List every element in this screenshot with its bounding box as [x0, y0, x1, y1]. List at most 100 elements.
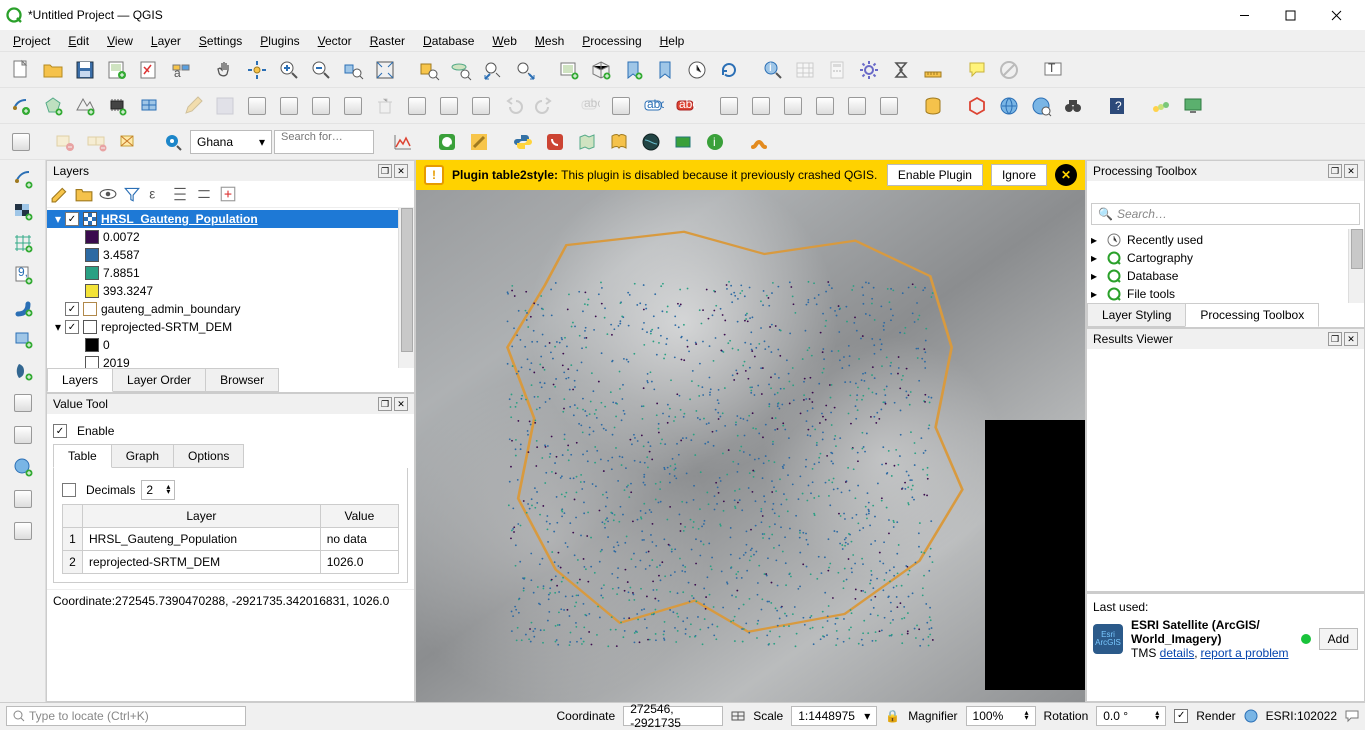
- processing-tree-row[interactable]: ▸Database: [1091, 267, 1360, 285]
- layer-tree-row[interactable]: 7.8851: [47, 264, 414, 282]
- new-print-layout-icon[interactable]: [102, 55, 132, 85]
- add-wms-icon[interactable]: [6, 452, 40, 482]
- maximize-button[interactable]: [1267, 0, 1313, 30]
- menu-edit[interactable]: Edit: [59, 32, 98, 50]
- menu-plugins[interactable]: Plugins: [251, 32, 308, 50]
- plugin-screen-icon[interactable]: [1178, 91, 1208, 121]
- label-toolbar-pin-icon[interactable]: abc: [574, 91, 604, 121]
- add-xyz-icon[interactable]: [6, 484, 40, 514]
- menu-help[interactable]: Help: [651, 32, 694, 50]
- panel-close-icon[interactable]: ✕: [1344, 332, 1358, 346]
- zoom-full-icon[interactable]: [370, 55, 400, 85]
- plugin-snake-icon[interactable]: [744, 127, 774, 157]
- add-virtual-layer-icon[interactable]: [6, 324, 40, 354]
- menu-processing[interactable]: Processing: [573, 32, 650, 50]
- layer-tree-row[interactable]: 2019: [47, 354, 414, 368]
- close-button[interactable]: [1313, 0, 1359, 30]
- field-calc-icon[interactable]: [822, 55, 852, 85]
- undo-icon[interactable]: [498, 91, 528, 121]
- maptips-icon[interactable]: [962, 55, 992, 85]
- identify-icon[interactable]: i: [758, 55, 788, 85]
- locator-input[interactable]: Type to locate (Ctrl+K): [6, 706, 246, 726]
- panel-close-icon[interactable]: ✕: [394, 164, 408, 178]
- panel-close-icon[interactable]: ✕: [1344, 164, 1358, 178]
- enable-plugin-button[interactable]: Enable Plugin: [887, 164, 983, 186]
- delete-selected-icon[interactable]: [370, 91, 400, 121]
- coord-field[interactable]: 272546, -2921735: [623, 706, 723, 726]
- add-postgis-icon[interactable]: [6, 356, 40, 386]
- extents-toggle-icon[interactable]: [731, 709, 745, 723]
- menu-web[interactable]: Web: [483, 32, 525, 50]
- rotation-field[interactable]: 0.0 °▴▾: [1096, 706, 1166, 726]
- tab-processing-toolbox[interactable]: Processing Toolbox: [1185, 303, 1319, 327]
- cut-feature-icon[interactable]: [402, 91, 432, 121]
- save-project-icon[interactable]: [70, 55, 100, 85]
- no-action-icon[interactable]: [994, 55, 1024, 85]
- save-edits-icon[interactable]: [210, 91, 240, 121]
- filter-legend-icon[interactable]: [123, 185, 141, 203]
- tab-vt-options[interactable]: Options: [173, 444, 244, 468]
- layer-tree-row[interactable]: ▾reprojected-SRTM_DEM: [47, 318, 414, 336]
- style-manager-icon[interactable]: a: [166, 55, 196, 85]
- zoom-last-icon[interactable]: [478, 55, 508, 85]
- move-label-icon[interactable]: [810, 91, 840, 121]
- processing-search-input[interactable]: 🔍 Search…: [1091, 203, 1360, 225]
- diagram-hist-icon[interactable]: [778, 91, 808, 121]
- add-feature-icon[interactable]: [242, 91, 272, 121]
- plugin-info-icon[interactable]: i: [700, 127, 730, 157]
- new-map-view-icon[interactable]: [554, 55, 584, 85]
- zoom-selection-icon[interactable]: [414, 55, 444, 85]
- crs-globe-icon[interactable]: [1244, 709, 1258, 723]
- render-checkbox[interactable]: Render: [1174, 709, 1235, 723]
- labeling-rule-icon[interactable]: abc: [670, 91, 700, 121]
- vt-enable-checkbox[interactable]: Enable: [53, 424, 408, 438]
- add-wfs-icon[interactable]: [6, 516, 40, 546]
- remove-layer-icon[interactable]: [219, 185, 237, 203]
- plugin-globe-icon[interactable]: [636, 127, 666, 157]
- panel-close-icon[interactable]: ✕: [394, 397, 408, 411]
- crs-label[interactable]: ESRI:102022: [1266, 709, 1337, 723]
- layer-tree-row[interactable]: 3.4587: [47, 246, 414, 264]
- plugin-caterpillar-icon[interactable]: [1146, 91, 1176, 121]
- attr-table-icon[interactable]: [790, 55, 820, 85]
- hexagon-icon[interactable]: [962, 91, 992, 121]
- processing-tree-row[interactable]: ▸Recently used: [1091, 231, 1360, 249]
- details-link[interactable]: details: [1160, 646, 1195, 660]
- zoom-next-icon[interactable]: [510, 55, 540, 85]
- vertex-tool-icon[interactable]: [338, 91, 368, 121]
- processing-tree-row[interactable]: ▸File tools: [1091, 285, 1360, 303]
- menu-database[interactable]: Database: [414, 32, 483, 50]
- poly-out-icon[interactable]: [6, 127, 36, 157]
- ignore-button[interactable]: Ignore: [991, 164, 1047, 186]
- menu-raster[interactable]: Raster: [361, 32, 414, 50]
- panel-detach-icon[interactable]: ❐: [1328, 164, 1342, 178]
- layer-tree-row[interactable]: ▾HRSL_Gauteng_Population: [47, 210, 414, 228]
- processing-tree-row[interactable]: ▸Cartography: [1091, 249, 1360, 267]
- scale-lock-icon[interactable]: 🔒: [885, 709, 900, 723]
- layer-tree[interactable]: ▾HRSL_Gauteng_Population0.00723.45877.88…: [47, 208, 414, 368]
- add-layer-button[interactable]: Add: [1319, 628, 1358, 650]
- redo-icon[interactable]: [530, 91, 560, 121]
- menu-layer[interactable]: Layer: [142, 32, 190, 50]
- select-remove2-icon[interactable]: [82, 127, 112, 157]
- osm-tools-icon[interactable]: [464, 127, 494, 157]
- digitize-shape-icon[interactable]: [274, 91, 304, 121]
- table-row[interactable]: 1HRSL_Gauteng_Populationno data: [63, 528, 399, 551]
- panel-detach-icon[interactable]: ❐: [378, 397, 392, 411]
- temporal-controller-icon[interactable]: [682, 55, 712, 85]
- tab-vt-graph[interactable]: Graph: [111, 444, 174, 468]
- vt-decimals-spinner[interactable]: 2▴▾: [141, 480, 175, 500]
- move-feature-icon[interactable]: [306, 91, 336, 121]
- add-group-icon[interactable]: [75, 185, 93, 203]
- new-memory-layer-icon[interactable]: [102, 91, 132, 121]
- label-toolbar-show-icon[interactable]: [606, 91, 636, 121]
- help-icon[interactable]: ?: [1102, 91, 1132, 121]
- new-project-icon[interactable]: [6, 55, 36, 85]
- add-new-shapefile-icon[interactable]: [38, 91, 68, 121]
- filter-by-expr-icon[interactable]: ε: [147, 185, 165, 203]
- menu-vector[interactable]: Vector: [309, 32, 361, 50]
- measure-icon[interactable]: [918, 55, 948, 85]
- paste-feature-icon[interactable]: [466, 91, 496, 121]
- plugin-flag-icon[interactable]: [668, 127, 698, 157]
- new-3d-view-icon[interactable]: [586, 55, 616, 85]
